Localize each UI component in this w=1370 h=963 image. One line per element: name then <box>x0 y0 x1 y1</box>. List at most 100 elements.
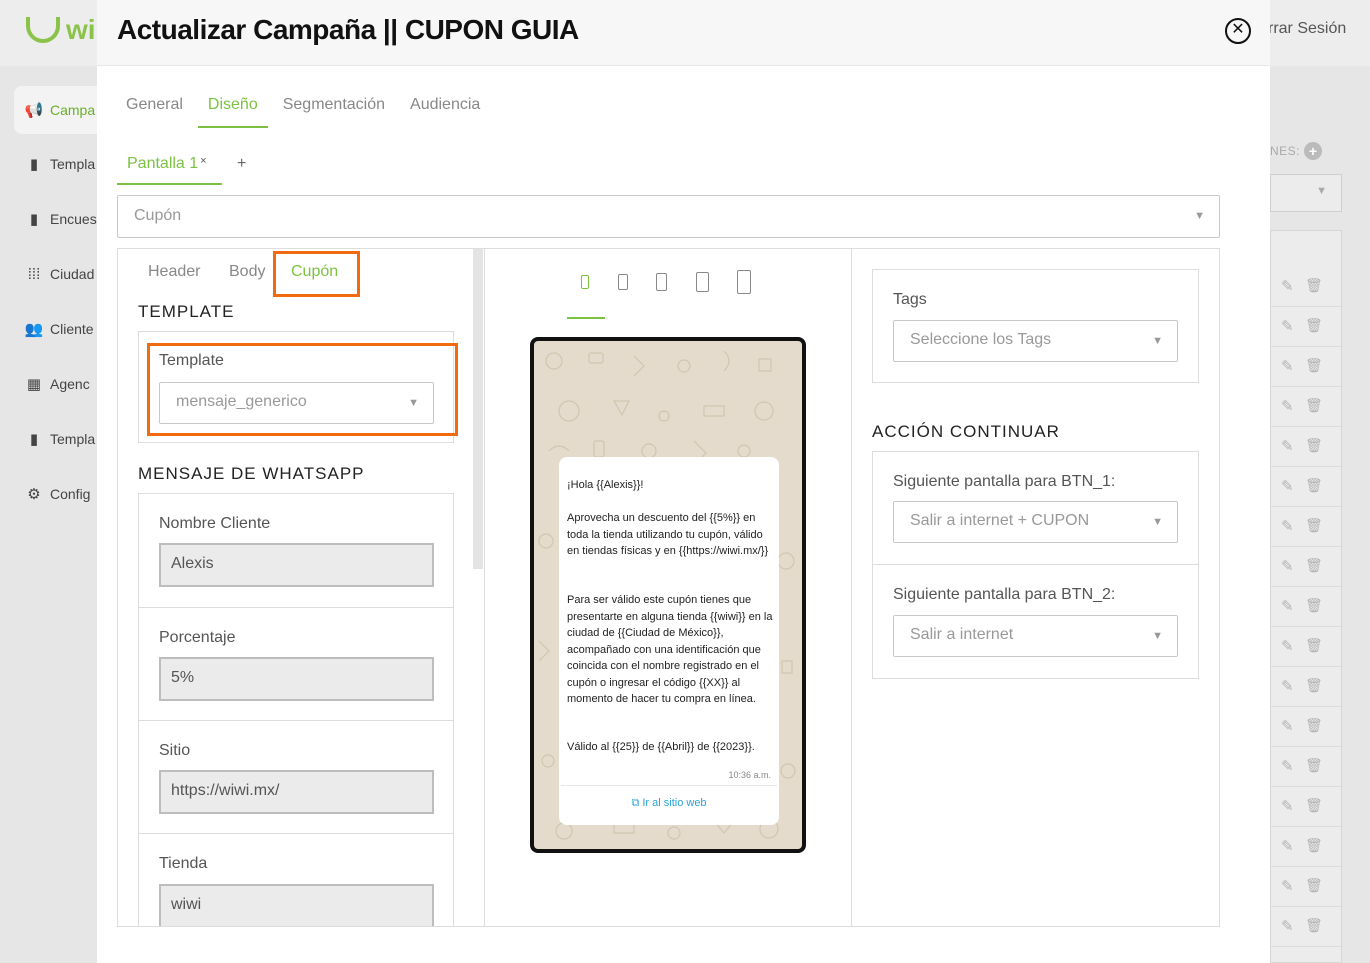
table-row: ✎ 🗑 <box>1271 587 1343 627</box>
message-paragraph-3: Válido al {{25}} de {{Abril}} de {{2023}… <box>567 741 755 753</box>
tienda-input[interactable]: wiwi <box>159 884 434 926</box>
divider <box>139 833 453 834</box>
modal-title: Actualizar Campaña || CUPON GUIA <box>117 14 579 45</box>
sidebar-item-templates-2[interactable]: ▮ Templa <box>26 431 95 448</box>
logout-link[interactable]: rrar Sesión <box>1268 20 1346 38</box>
tab-cupon[interactable]: Cupón <box>291 263 338 281</box>
visit-website-button[interactable]: ⧉ Ir al sitio web <box>559 795 779 812</box>
message-greeting: ¡Hola {{Alexis}}! <box>567 479 644 491</box>
phone-medium-icon[interactable] <box>618 274 628 290</box>
sidebar-item-surveys[interactable]: ▮ Encues <box>26 211 97 228</box>
delete-icon[interactable]: 🗑 <box>1305 837 1323 854</box>
add-screen-button[interactable]: + <box>237 155 246 173</box>
sidebar-item-cities[interactable]: ⁞⁞⁞ Ciudad <box>26 266 95 283</box>
nombre-cliente-input[interactable]: Alexis <box>159 543 434 587</box>
table-row: ✎ 🗑 <box>1271 907 1343 947</box>
edit-icon[interactable]: ✎ <box>1281 757 1294 775</box>
update-campaign-modal: Actualizar Campaña || CUPON GUIA ✕ Gener… <box>97 0 1270 963</box>
tab-header[interactable]: Header <box>148 263 200 281</box>
tienda-label: Tienda <box>159 855 208 872</box>
tablet-icon[interactable] <box>696 272 709 292</box>
delete-icon[interactable]: 🗑 <box>1305 277 1323 294</box>
edit-icon[interactable]: ✎ <box>1281 637 1294 655</box>
message-paragraph-1: Aprovecha un descuento del {{5%}} en tod… <box>567 512 769 557</box>
close-tab-icon[interactable]: × <box>200 155 206 167</box>
delete-icon[interactable]: 🗑 <box>1305 557 1323 574</box>
delete-icon[interactable]: 🗑 <box>1305 677 1323 694</box>
edit-icon[interactable]: ✎ <box>1281 517 1294 535</box>
sitio-label: Sitio <box>159 742 191 759</box>
sitio-input[interactable]: https://wiwi.mx/ <box>159 770 434 814</box>
sidebar-item-templates[interactable]: ▮ Templa <box>26 156 95 173</box>
edit-icon[interactable]: ✎ <box>1281 837 1294 855</box>
table-row: ✎ 🗑 <box>1271 387 1343 427</box>
sidebar-item-campaigns[interactable]: 📢 Campa <box>14 86 104 134</box>
delete-icon[interactable]: 🗑 <box>1305 317 1323 334</box>
edit-icon[interactable]: ✎ <box>1281 717 1294 735</box>
edit-icon[interactable]: ✎ <box>1281 357 1294 375</box>
tab-segmentacion[interactable]: Segmentación <box>283 96 385 128</box>
table-row: ✎ 🗑 <box>1271 787 1343 827</box>
scrollbar[interactable] <box>473 249 483 569</box>
delete-icon[interactable]: 🗑 <box>1305 917 1323 934</box>
delete-icon[interactable]: 🗑 <box>1305 437 1323 454</box>
tab-general[interactable]: General <box>126 96 183 128</box>
tablet-large-icon[interactable] <box>737 270 751 294</box>
btn1-next-screen-select[interactable]: Salir a internet + CUPON ▼ <box>893 501 1178 543</box>
add-circle-icon[interactable]: + <box>1304 142 1322 160</box>
design-panels: Header Body Cupón TEMPLATE Template mens… <box>117 248 1220 927</box>
sidebar-item-config[interactable]: ⚙ Config <box>26 486 90 503</box>
right-config-pane: Tags Seleccione los Tags ▼ ACCIÓN CONTIN… <box>852 249 1219 926</box>
tab-diseno[interactable]: Diseño <box>197 96 268 128</box>
phone-small-icon[interactable] <box>581 275 589 289</box>
porcentaje-input[interactable]: 5% <box>159 657 434 701</box>
delete-icon[interactable]: 🗑 <box>1305 357 1323 374</box>
background-select[interactable] <box>1270 174 1342 212</box>
table-row: ✎ 🗑 <box>1271 307 1343 347</box>
screen-type-select[interactable]: Cupón ▼ <box>117 195 1220 238</box>
template-select[interactable]: mensaje_generico ▼ <box>159 382 434 424</box>
delete-icon[interactable]: 🗑 <box>1305 797 1323 814</box>
edit-icon[interactable]: ✎ <box>1281 557 1294 575</box>
external-link-icon: ⧉ <box>631 797 640 809</box>
table-row: ✎ 🗑 <box>1271 627 1343 667</box>
edit-icon[interactable]: ✎ <box>1281 917 1294 935</box>
template-label: Template <box>159 352 224 369</box>
close-icon[interactable]: ✕ <box>1225 18 1251 44</box>
edit-icon[interactable]: ✎ <box>1281 277 1294 295</box>
edit-icon[interactable]: ✎ <box>1281 397 1294 415</box>
table-row: ✎ 🗑 <box>1271 867 1343 907</box>
chevron-down-icon: ▼ <box>1152 516 1163 528</box>
edit-icon[interactable]: ✎ <box>1281 677 1294 695</box>
phone-large-icon[interactable] <box>656 273 667 291</box>
left-config-pane: Header Body Cupón TEMPLATE Template mens… <box>118 249 485 926</box>
nombre-cliente-label: Nombre Cliente <box>159 515 271 532</box>
edit-icon[interactable]: ✎ <box>1281 797 1294 815</box>
delete-icon[interactable]: 🗑 <box>1305 637 1323 654</box>
delete-icon[interactable]: 🗑 <box>1305 477 1323 494</box>
delete-icon[interactable]: 🗑 <box>1305 597 1323 614</box>
sidebar-item-clients[interactable]: 👥 Cliente <box>25 321 94 338</box>
tags-select[interactable]: Seleccione los Tags ▼ <box>893 320 1178 362</box>
edit-icon[interactable]: ✎ <box>1281 877 1294 895</box>
edit-icon[interactable]: ✎ <box>1281 477 1294 495</box>
delete-icon[interactable]: 🗑 <box>1305 757 1323 774</box>
tab-body[interactable]: Body <box>229 263 265 281</box>
accion-continuar-card: Siguiente pantalla para BTN_1: Salir a i… <box>872 451 1199 679</box>
tab-pantalla-1[interactable]: Pantalla 1 × <box>117 155 222 185</box>
tab-audiencia[interactable]: Audiencia <box>410 96 480 128</box>
megaphone-icon: 📢 <box>24 102 44 119</box>
edit-icon[interactable]: ✎ <box>1281 317 1294 335</box>
tags-label: Tags <box>893 291 927 308</box>
btn2-next-screen-select[interactable]: Salir a internet ▼ <box>893 615 1178 657</box>
accion-continuar-title: ACCIÓN CONTINUAR <box>872 422 1060 441</box>
edit-icon[interactable]: ✎ <box>1281 437 1294 455</box>
edit-icon[interactable]: ✎ <box>1281 597 1294 615</box>
background-table-area: NES: + ✎🗑✎🗑✎🗑✎🗑✎🗑✎🗑✎🗑✎🗑✎🗑✎🗑✎🗑✎🗑✎🗑✎🗑✎🗑✎🗑✎… <box>1270 66 1370 963</box>
delete-icon[interactable]: 🗑 <box>1305 397 1323 414</box>
sidebar-item-agencies[interactable]: ▦ Agenc <box>26 376 90 393</box>
delete-icon[interactable]: 🗑 <box>1305 877 1323 894</box>
delete-icon[interactable]: 🗑 <box>1305 717 1323 734</box>
delete-icon[interactable]: 🗑 <box>1305 517 1323 534</box>
table-row: ✎ 🗑 <box>1271 707 1343 747</box>
